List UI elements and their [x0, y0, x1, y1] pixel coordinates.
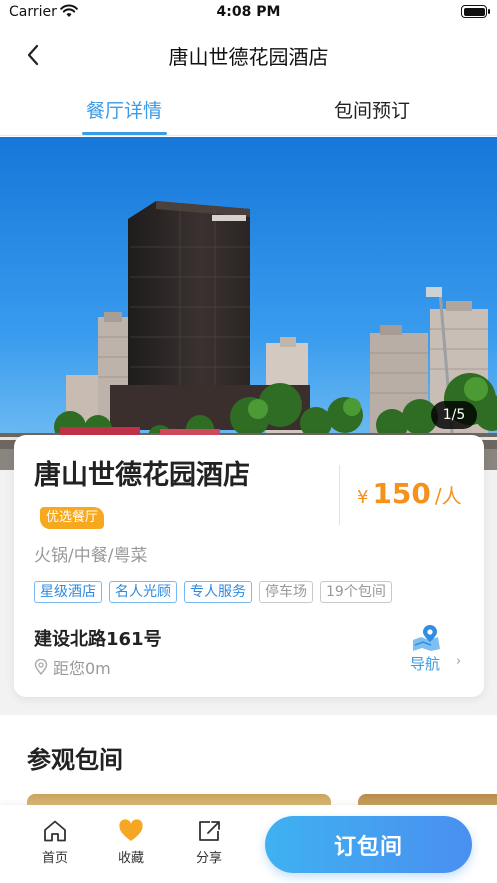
home-label: 首页	[41, 851, 68, 866]
navbar: 唐山世德花园酒店	[0, 30, 497, 78]
price-unit: /人	[434, 484, 462, 508]
tab-restaurant-details[interactable]: 餐厅详情	[0, 96, 248, 123]
section-title-rooms: 参观包间	[27, 746, 123, 774]
hotel-photo	[0, 137, 497, 470]
location-pin-icon	[34, 659, 48, 675]
price-divider	[339, 465, 340, 525]
cuisine-types: 火锅/中餐/粤菜	[34, 546, 148, 566]
feature-tags: 星级酒店 名人光顾 专人服务 停车场 19个包间	[34, 581, 392, 603]
navigate-button[interactable]: 导航 ›	[404, 623, 474, 675]
distance-text: 距您0m	[53, 659, 111, 678]
price-value: 150	[372, 477, 431, 510]
share-label: 分享	[195, 851, 222, 866]
price-currency: ¥	[357, 487, 369, 508]
status-time: 4:08 PM	[216, 4, 281, 20]
status-bar: Carrier 4:08 PM	[0, 0, 497, 26]
price-per-person: ¥150/人	[357, 477, 462, 510]
battery-icon	[461, 5, 490, 18]
tag-star-hotel: 星级酒店	[34, 581, 102, 603]
favorite-label: 收藏	[117, 851, 144, 866]
home-icon	[44, 820, 66, 842]
restaurant-name: 唐山世德花园酒店	[34, 460, 250, 491]
home-tab-button[interactable]: 首页	[25, 819, 85, 866]
restaurant-info-card: 唐山世德花园酒店优选餐厅 ¥150/人 火锅/中餐/粤菜 星级酒店 名人光顾 专…	[14, 435, 484, 697]
hotel-photo-carousel[interactable]: 1/5	[0, 137, 497, 470]
heart-icon	[119, 819, 143, 841]
map-navigation-icon	[413, 625, 440, 651]
page-title: 唐山世德花园酒店	[168, 45, 329, 69]
share-icon	[199, 821, 220, 841]
tag-parking: 停车场	[259, 581, 313, 603]
tag-dedicated-service: 专人服务	[184, 581, 252, 603]
featured-badge: 优选餐厅	[40, 507, 105, 529]
navigate-label: 导航	[410, 655, 441, 673]
tab-room-booking[interactable]: 包间预订	[248, 96, 496, 123]
active-tab-indicator	[82, 132, 167, 135]
favorite-button[interactable]: 收藏	[101, 819, 161, 866]
tag-room-count: 19个包间	[320, 581, 392, 603]
chevron-right-icon: ›	[456, 654, 462, 669]
restaurant-name-block: 唐山世德花园酒店优选餐厅	[34, 455, 259, 539]
restaurant-address: 建设北路161号	[34, 629, 162, 650]
tag-celebrity-visit: 名人光顾	[109, 581, 177, 603]
carousel-page-indicator: 1/5	[431, 401, 477, 429]
tab-bar: 餐厅详情 包间预订	[0, 86, 497, 136]
book-room-button[interactable]: 订包间	[265, 816, 472, 873]
share-button[interactable]: 分享	[179, 819, 239, 866]
distance-row: 距您0m	[34, 655, 111, 679]
bottom-action-bar: 首页 收藏 分享 订包间	[0, 805, 497, 883]
